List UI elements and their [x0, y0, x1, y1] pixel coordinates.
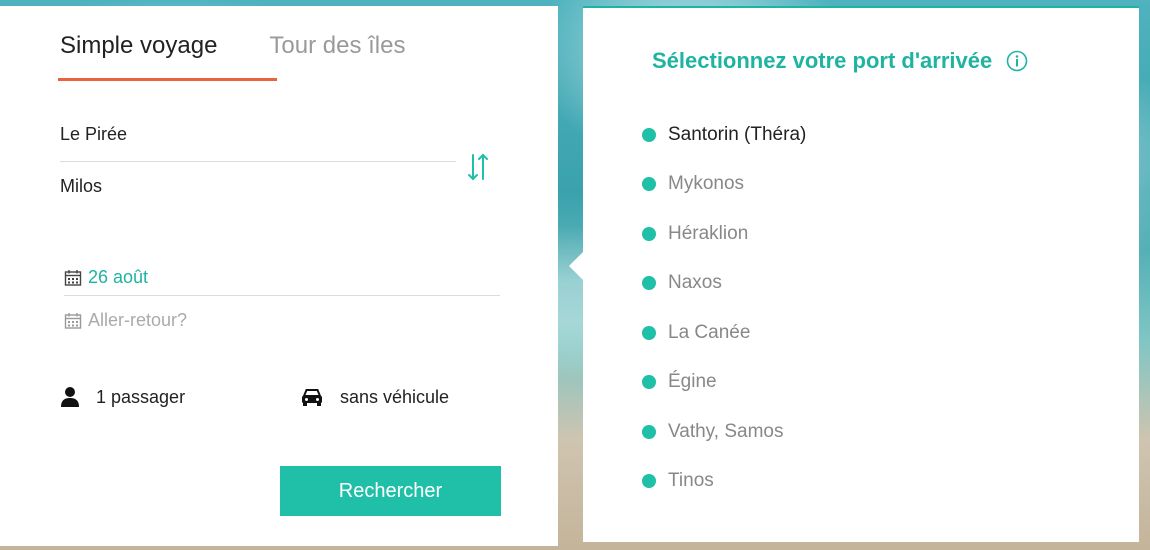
swap-ports-button[interactable] [466, 152, 490, 182]
port-option[interactable]: Naxos [642, 259, 806, 309]
car-icon [302, 389, 322, 406]
port-dot [642, 226, 656, 241]
vehicle-selector[interactable]: sans véhicule [300, 386, 449, 408]
calendar-icon [64, 312, 82, 329]
port-option[interactable]: Héraklion [642, 209, 806, 259]
return-date-placeholder: Aller-retour? [88, 310, 188, 330]
arrival-port-list: Santorin (Théra) Mykonos Héraklion Naxos… [642, 110, 806, 506]
port-name: Mykonos [668, 173, 745, 195]
port-name: Tinos [668, 470, 714, 492]
arrival-port-field[interactable]: Milos [60, 176, 456, 210]
arrival-port-title-text: Sélectionnez votre port d'arrivée [652, 48, 993, 73]
port-option[interactable]: Tinos [642, 457, 806, 507]
tab-tour-des-iles[interactable]: Tour des îles [269, 32, 405, 78]
port-option[interactable]: Santorin (Théra) [642, 110, 806, 160]
port-dot [642, 127, 656, 142]
port-dot [642, 177, 656, 192]
departure-date-field[interactable]: 26 août [64, 260, 500, 296]
tab-simple-voyage[interactable]: Simple voyage [60, 32, 217, 78]
passengers-selector[interactable]: 1 passager [60, 386, 185, 408]
active-tab-indicator [58, 78, 277, 81]
port-dot [642, 325, 656, 340]
calendar-icon [64, 269, 82, 286]
search-button[interactable]: Rechercher [280, 466, 501, 516]
port-option[interactable]: La Canée [642, 308, 806, 358]
port-dot [642, 474, 656, 489]
port-name: Santorin (Théra) [668, 123, 807, 145]
info-icon[interactable] [1006, 50, 1028, 72]
vehicle-label: sans véhicule [340, 386, 450, 407]
arrival-port-title: Sélectionnez votre port d'arrivée [652, 48, 1028, 74]
swap-arrows-icon [468, 153, 488, 181]
port-option[interactable]: Égine [642, 358, 806, 408]
port-name: Égine [668, 371, 717, 393]
panel-pointer [569, 252, 583, 280]
port-dot [642, 424, 656, 439]
departure-port-field[interactable]: Le Pirée [60, 124, 456, 162]
departure-date-value: 26 août [88, 267, 149, 287]
port-option[interactable]: Vathy, Samos [642, 407, 806, 457]
return-date-field[interactable]: Aller-retour? [64, 310, 187, 331]
port-name: Vathy, Samos [668, 420, 784, 442]
port-name: Naxos [668, 272, 722, 294]
port-dot [642, 375, 656, 390]
port-option[interactable]: Mykonos [642, 160, 806, 210]
port-name: La Canée [668, 321, 751, 343]
person-icon [61, 387, 79, 407]
passengers-label: 1 passager [96, 386, 186, 407]
port-dot [642, 276, 656, 291]
trip-type-tabs: Simple voyage Tour des îles [60, 32, 406, 78]
port-name: Héraklion [668, 222, 749, 244]
